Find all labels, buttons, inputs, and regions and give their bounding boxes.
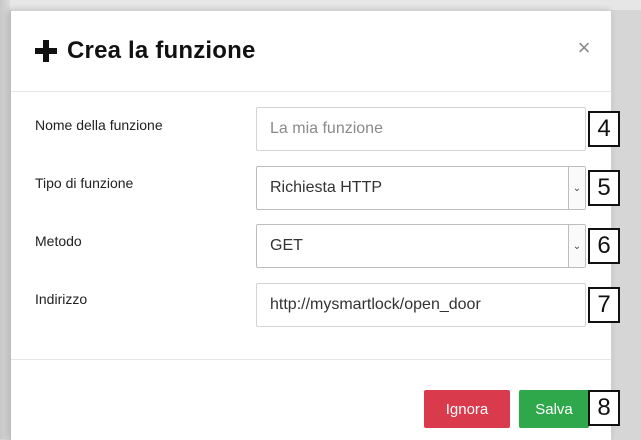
method-value: GET [270, 237, 303, 254]
callout-6: 6 [588, 228, 620, 264]
plus-icon [33, 38, 59, 64]
address-label: Indirizzo [35, 291, 88, 307]
address-input[interactable]: http://mysmartlock/open_door [256, 283, 586, 327]
background-left [0, 0, 10, 439]
address-value: http://mysmartlock/open_door [270, 296, 481, 313]
function-type-select[interactable]: Richiesta HTTP ⌄ [256, 166, 586, 210]
callout-5: 5 [588, 170, 620, 206]
ignore-button[interactable]: Ignora [424, 390, 510, 428]
create-function-dialog: Crea la funzione × Nome della funzione L… [10, 10, 620, 440]
close-icon[interactable]: × [573, 37, 595, 59]
background-top [0, 0, 641, 10]
dialog-header: Crea la funzione × [11, 11, 611, 92]
callout-4: 4 [588, 111, 620, 147]
dialog-title-group: Crea la funzione [33, 29, 256, 73]
method-label: Metodo [35, 233, 82, 249]
callout-7: 7 [588, 287, 620, 323]
chevron-down-icon[interactable]: ⌄ [568, 167, 585, 209]
type-label: Tipo di funzione [35, 175, 134, 191]
function-name-input[interactable]: La mia funzione [256, 107, 586, 151]
save-button[interactable]: Salva [519, 390, 589, 428]
callout-8: 8 [588, 390, 620, 426]
chevron-down-icon[interactable]: ⌄ [568, 225, 585, 267]
dialog-footer: Ignora Salva 8 [11, 359, 620, 440]
function-name-placeholder: La mia funzione [270, 120, 383, 137]
name-label: Nome della funzione [35, 117, 163, 133]
function-type-value: Richiesta HTTP [270, 179, 383, 196]
dialog-title: Crea la funzione [67, 37, 256, 64]
method-select[interactable]: GET ⌄ [256, 224, 586, 268]
